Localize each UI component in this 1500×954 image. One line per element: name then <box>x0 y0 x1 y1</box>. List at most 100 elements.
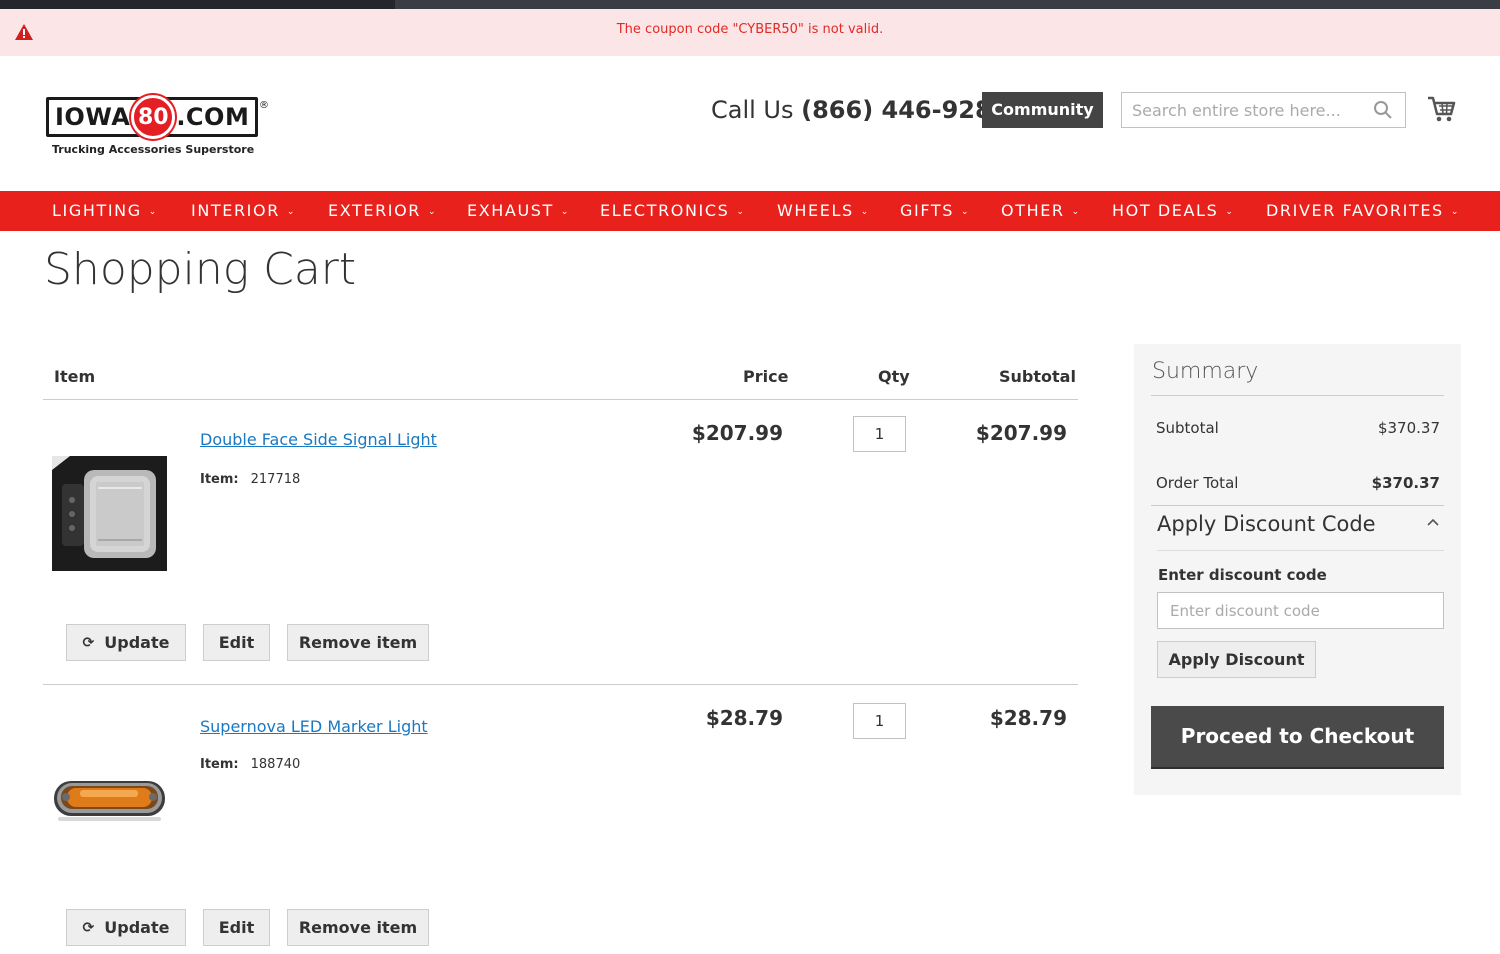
subtotal-value: $370.37 <box>1377 419 1440 437</box>
nav-item-wheels[interactable]: WHEELS ⌄ <box>777 191 870 231</box>
order-summary-panel: Summary Subtotal $370.37 Order Total $37… <box>1134 344 1461 795</box>
item-price: $207.99 <box>691 421 783 445</box>
search-icon[interactable] <box>1373 100 1393 120</box>
item-subtotal: $207.99 <box>975 421 1067 445</box>
alert-message: The coupon code "CYBER50" is not valid. <box>616 22 884 37</box>
nav-item-label: DRIVER FAVORITES <box>1266 201 1444 220</box>
order-total-label: Order Total <box>1156 474 1239 492</box>
logo-registered-mark: ® <box>259 100 269 111</box>
item-label: Item: <box>200 757 239 772</box>
item-price: $28.79 <box>705 706 783 730</box>
summary-order-total-row: Order Total $370.37 <box>1156 474 1440 492</box>
page-title: Shopping Cart <box>44 244 357 295</box>
update-button[interactable]: ⟳ Update <box>66 909 186 946</box>
nav-item-electronics[interactable]: ELECTRONICS ⌄ <box>600 191 746 231</box>
call-us-prefix: Call Us <box>711 96 802 124</box>
discount-code-input[interactable] <box>1158 593 1443 628</box>
chevron-down-icon: ⌄ <box>1450 207 1460 217</box>
chevron-down-icon: ⌄ <box>1071 207 1081 217</box>
nav-item-hot-deals[interactable]: HOT DEALS ⌄ <box>1112 191 1235 231</box>
nav-item-label: INTERIOR <box>191 201 280 220</box>
product-thumbnail[interactable] <box>52 741 167 856</box>
nav-item-label: LIGHTING <box>52 201 142 220</box>
nav-item-label: GIFTS <box>900 201 954 220</box>
logo-word-right: .COM <box>176 103 250 131</box>
search-input[interactable] <box>1122 93 1362 127</box>
product-name-link[interactable]: Double Face Side Signal Light <box>200 430 437 449</box>
apply-discount-toggle[interactable]: Apply Discount Code <box>1157 512 1376 536</box>
summary-divider <box>1151 395 1444 396</box>
refresh-icon: ⟳ <box>82 919 95 936</box>
browser-top-strip <box>0 0 1500 9</box>
search-box <box>1121 92 1406 128</box>
discount-field <box>1157 592 1444 629</box>
nav-item-exhaust[interactable]: EXHAUST ⌄ <box>467 191 570 231</box>
discount-field-label: Enter discount code <box>1158 566 1327 584</box>
column-header-price: Price <box>743 367 789 386</box>
item-label: Item: <box>200 472 239 487</box>
chevron-up-icon[interactable] <box>1426 516 1440 530</box>
nav-item-exterior[interactable]: EXTERIOR ⌄ <box>328 191 437 231</box>
summary-title: Summary <box>1152 359 1259 384</box>
browser-top-strip-segment <box>0 0 395 9</box>
main-nav: LIGHTING ⌄ INTERIOR ⌄ EXTERIOR ⌄ EXHAUST ⌄ E… <box>0 191 1500 231</box>
refresh-icon: ⟳ <box>82 634 95 651</box>
edit-button[interactable]: Edit <box>203 624 270 661</box>
nav-item-lighting[interactable]: LIGHTING ⌄ <box>52 191 158 231</box>
remove-item-button[interactable]: Remove item <box>287 624 429 661</box>
error-alert-bar: The coupon code "CYBER50" is not valid. <box>0 9 1500 56</box>
nav-item-label: OTHER <box>1001 201 1065 220</box>
column-header-qty: Qty <box>878 367 910 386</box>
product-item-number: Item: 188740 <box>200 757 300 772</box>
chevron-down-icon: ⌄ <box>286 207 297 217</box>
logo-tagline: Trucking Accessories Superstore <box>52 143 255 156</box>
chevron-down-icon: ⌄ <box>736 207 746 217</box>
logo-word-left: IOWA <box>55 103 131 131</box>
nav-item-other[interactable]: OTHER ⌄ <box>1001 191 1081 231</box>
nav-item-label: EXHAUST <box>467 201 554 220</box>
column-header-item: Item <box>54 367 96 386</box>
item-subtotal: $28.79 <box>989 706 1067 730</box>
cart-icon[interactable] <box>1426 95 1456 123</box>
nav-item-driver-favorites[interactable]: DRIVER FAVORITES ⌄ <box>1266 191 1460 231</box>
table-header-divider <box>43 399 1078 400</box>
chevron-down-icon: ⌄ <box>1225 207 1235 217</box>
nav-item-label: WHEELS <box>777 201 854 220</box>
logo-box: IOWA 80 .COM <box>46 95 258 139</box>
logo-circle: 80 <box>131 95 176 139</box>
column-header-subtotal: Subtotal <box>999 367 1076 386</box>
update-button[interactable]: ⟳ Update <box>66 624 186 661</box>
chevron-down-icon: ⌄ <box>860 207 870 217</box>
row-divider <box>43 684 1078 685</box>
apply-discount-button[interactable]: Apply Discount <box>1157 641 1316 678</box>
chevron-down-icon: ⌄ <box>560 207 571 217</box>
update-label: Update <box>104 918 170 937</box>
quantity-input[interactable]: 1 <box>853 416 906 452</box>
product-name-link[interactable]: Supernova LED Marker Light <box>200 717 428 736</box>
order-total-value: $370.37 <box>1371 474 1440 492</box>
product-thumbnail[interactable] <box>52 456 167 571</box>
summary-divider <box>1151 505 1444 506</box>
discount-divider <box>1157 550 1444 551</box>
call-us-text: Call Us (866) 446-9280 <box>711 96 1008 124</box>
nav-item-label: EXTERIOR <box>328 201 422 220</box>
summary-subtotal-row: Subtotal $370.37 <box>1156 419 1440 437</box>
remove-item-button[interactable]: Remove item <box>287 909 429 946</box>
edit-button[interactable]: Edit <box>203 909 270 946</box>
item-number-value: 217718 <box>250 472 301 487</box>
chevron-down-icon: ⌄ <box>428 207 438 217</box>
chevron-down-icon: ⌄ <box>960 207 971 217</box>
quantity-input[interactable]: 1 <box>853 703 906 739</box>
product-item-number: Item: 217718 <box>200 472 300 487</box>
nav-item-label: ELECTRONICS <box>600 201 730 220</box>
chevron-down-icon: ⌄ <box>148 207 158 217</box>
subtotal-label: Subtotal <box>1156 419 1219 437</box>
nav-item-gifts[interactable]: GIFTS ⌄ <box>900 191 970 231</box>
nav-item-label: HOT DEALS <box>1112 201 1219 220</box>
nav-item-interior[interactable]: INTERIOR ⌄ <box>191 191 296 231</box>
phone-number[interactable]: (866) 446-9280 <box>801 96 1008 124</box>
proceed-to-checkout-button[interactable]: Proceed to Checkout <box>1151 706 1444 767</box>
update-label: Update <box>104 633 170 652</box>
site-logo[interactable]: IOWA 80 .COM ® Trucking Accessories Supe… <box>46 95 269 156</box>
community-button[interactable]: Community <box>982 92 1103 128</box>
